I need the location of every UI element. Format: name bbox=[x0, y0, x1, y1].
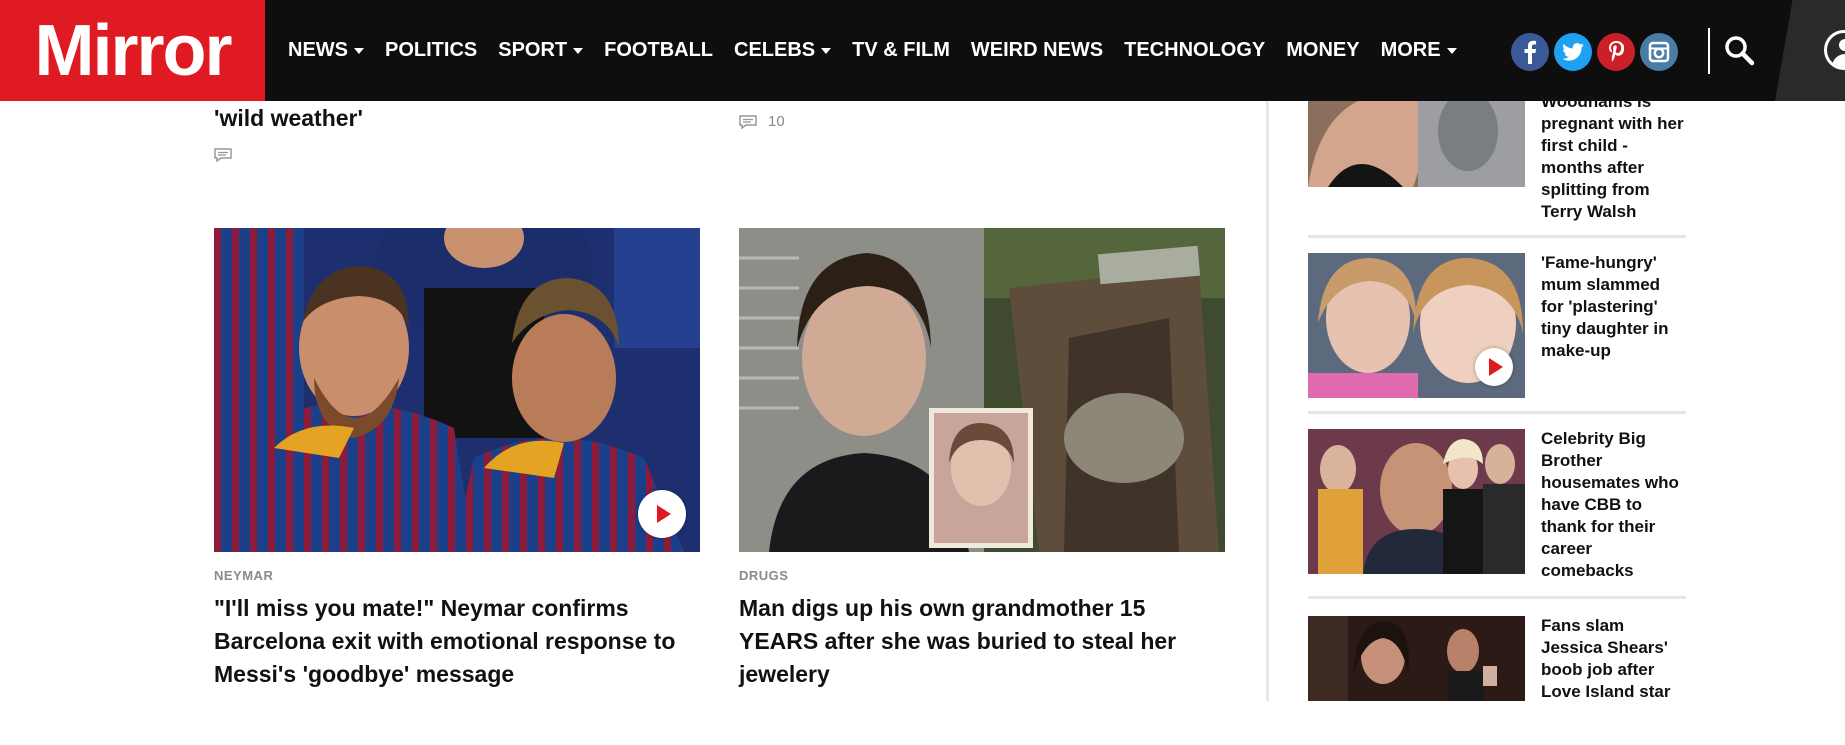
site-header: Mirror NEWS POLITICS SPORT FOOTBALL CELE… bbox=[0, 0, 1845, 101]
video-play-icon[interactable] bbox=[1475, 348, 1513, 386]
chevron-down-icon bbox=[354, 47, 364, 54]
social-links bbox=[1511, 33, 1683, 71]
article-headline-partial[interactable]: 'wild weather' bbox=[214, 105, 363, 132]
header-divider bbox=[1708, 28, 1710, 74]
article-kicker[interactable]: DRUGS bbox=[739, 568, 1225, 583]
article-title[interactable]: "I'll miss you mate!" Neymar confirms Ba… bbox=[214, 592, 700, 691]
article-image-mugshot-grave[interactable] bbox=[739, 228, 1225, 552]
article-image-footballers[interactable] bbox=[214, 228, 700, 552]
nav-item-politics[interactable]: POLITICS bbox=[385, 39, 477, 62]
nav-label: WEIRD NEWS bbox=[970, 39, 1104, 61]
nav-label: MORE bbox=[1380, 39, 1441, 61]
sidebar-divider bbox=[1308, 596, 1686, 599]
nav-label: TV & FILM bbox=[852, 39, 950, 61]
nav-label: NEWS bbox=[288, 39, 348, 61]
sidebar-item-title[interactable]: Fans slam Jessica Shears' boob job after… bbox=[1541, 615, 1686, 703]
article-card[interactable]: NEYMAR "I'll miss you mate!" Neymar conf… bbox=[214, 228, 700, 691]
nav-label: MONEY bbox=[1286, 39, 1360, 61]
nav-label: CELEBS bbox=[734, 39, 816, 61]
sidebar-divider bbox=[1308, 411, 1686, 414]
nav-item-football[interactable]: FOOTBALL bbox=[604, 39, 713, 62]
main-nav: NEWS POLITICS SPORT FOOTBALL CELEBS TV &… bbox=[288, 0, 1478, 101]
nav-item-news[interactable]: NEWS bbox=[288, 39, 364, 62]
main-column: 'wild weather' 10 NEYMAR "I'll miss you … bbox=[0, 101, 1265, 701]
mirror-logo[interactable]: Mirror bbox=[0, 0, 265, 101]
nav-item-tv-film[interactable]: TV & FILM bbox=[852, 39, 950, 62]
nav-item-celebs[interactable]: CELEBS bbox=[734, 39, 832, 62]
nav-label: FOOTBALL bbox=[604, 39, 714, 61]
nav-item-sport[interactable]: SPORT bbox=[498, 39, 584, 62]
nav-item-weird-news[interactable]: WEIRD NEWS bbox=[971, 39, 1103, 62]
sidebar-item-title[interactable]: Celebrity Big Brother housemates who hav… bbox=[1541, 428, 1686, 582]
pinterest-icon[interactable] bbox=[1597, 33, 1635, 71]
chevron-down-icon bbox=[1446, 47, 1457, 54]
sidebar: Woodhams is pregnant with her first chil… bbox=[1308, 92, 1686, 701]
twitter-icon[interactable] bbox=[1554, 33, 1592, 71]
nav-item-money[interactable]: MONEY bbox=[1286, 39, 1359, 62]
chevron-down-icon bbox=[821, 47, 832, 54]
sidebar-item[interactable]: Woodhams is pregnant with her first chil… bbox=[1308, 92, 1686, 221]
sidebar-item-image[interactable] bbox=[1308, 616, 1525, 701]
sidebar-item-title[interactable]: Woodhams is pregnant with her first chil… bbox=[1541, 91, 1686, 223]
sidebar-item-image[interactable] bbox=[1308, 429, 1525, 574]
nav-label: SPORT bbox=[498, 39, 568, 61]
article-kicker[interactable]: NEYMAR bbox=[214, 568, 700, 583]
sidebar-item[interactable]: Celebrity Big Brother housemates who hav… bbox=[1308, 429, 1686, 589]
nav-label: POLITICS bbox=[385, 39, 478, 61]
sidebar-item-image[interactable] bbox=[1308, 101, 1525, 187]
nav-item-technology[interactable]: TECHNOLOGY bbox=[1124, 39, 1265, 62]
sidebar-item[interactable]: Fans slam Jessica Shears' boob job after… bbox=[1308, 616, 1686, 701]
instagram-icon[interactable] bbox=[1640, 33, 1678, 71]
nav-label: TECHNOLOGY bbox=[1124, 39, 1266, 61]
search-icon[interactable] bbox=[1723, 34, 1757, 68]
sidebar-item[interactable]: 'Fame-hungry' mum slammed for 'plasterin… bbox=[1308, 253, 1686, 398]
video-play-icon[interactable] bbox=[638, 490, 686, 538]
chevron-down-icon bbox=[573, 47, 584, 54]
article-card[interactable]: DRUGS Man digs up his own grandmother 15… bbox=[739, 228, 1225, 691]
user-account-icon[interactable] bbox=[1824, 30, 1845, 70]
comment-icon[interactable] bbox=[214, 148, 232, 162]
sidebar-divider bbox=[1308, 235, 1686, 238]
comment-count[interactable]: 10 bbox=[768, 113, 785, 130]
account-area bbox=[1775, 0, 1845, 101]
facebook-icon[interactable] bbox=[1511, 33, 1549, 71]
article-title[interactable]: Man digs up his own grandmother 15 YEARS… bbox=[739, 592, 1225, 691]
sidebar-item-image[interactable] bbox=[1308, 253, 1525, 398]
sidebar-item-title[interactable]: 'Fame-hungry' mum slammed for 'plasterin… bbox=[1541, 252, 1686, 362]
comment-icon[interactable] bbox=[739, 115, 757, 129]
nav-item-more[interactable]: MORE bbox=[1381, 39, 1457, 62]
column-divider bbox=[1266, 101, 1269, 701]
